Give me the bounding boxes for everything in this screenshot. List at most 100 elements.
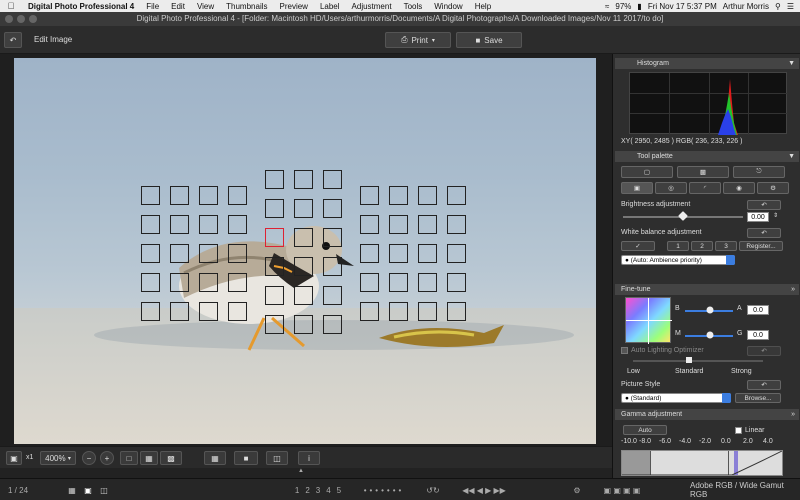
- zoom-select[interactable]: 400% ▾: [40, 451, 76, 465]
- close-window-button[interactable]: [5, 15, 13, 23]
- fit-screen-button[interactable]: ▣: [6, 451, 22, 465]
- reset-icon: ↶: [761, 230, 767, 237]
- gamma-auto-button[interactable]: Auto: [623, 425, 667, 435]
- gamma-tick: -2.0: [699, 438, 712, 445]
- rating-5[interactable]: 5: [337, 486, 341, 495]
- menu-label[interactable]: Label: [314, 2, 346, 11]
- print-button[interactable]: ⎙ Print ▾: [385, 32, 451, 48]
- menu-help[interactable]: Help: [469, 2, 497, 11]
- menu-window[interactable]: Window: [428, 2, 468, 11]
- panel-toggle-buttons[interactable]: ▣ ▣ ▣ ▣: [592, 484, 652, 496]
- brightness-value[interactable]: 0.00: [747, 212, 769, 222]
- tab-crop[interactable]: ▩: [677, 166, 729, 178]
- grid-display-button[interactable]: ▦: [204, 451, 226, 465]
- wb-register-button[interactable]: Register...: [739, 241, 783, 251]
- menu-thumbnails[interactable]: Thumbnails: [220, 2, 273, 11]
- wb-eyedropper-button[interactable]: ✓: [621, 241, 655, 251]
- clock[interactable]: Fri Nov 17 5:37 PM: [648, 2, 717, 11]
- info-button[interactable]: i: [298, 451, 320, 465]
- tab-lens[interactable]: ◉: [723, 182, 755, 194]
- rating-2[interactable]: 2: [305, 486, 309, 495]
- picture-style-reset-button[interactable]: ↶: [747, 380, 781, 390]
- tab-output[interactable]: ⎋: [733, 166, 785, 178]
- back-button[interactable]: ↶: [4, 32, 22, 48]
- crop-overlay-button[interactable]: □: [120, 451, 138, 465]
- af-point-button[interactable]: ▩: [160, 451, 182, 465]
- highlight-warning-button[interactable]: ■: [234, 451, 258, 465]
- tool-palette-header[interactable]: Tool palette ▼: [615, 151, 799, 162]
- browse-button[interactable]: Browse...: [735, 393, 781, 403]
- battery-icon[interactable]: ▮: [637, 2, 641, 11]
- menu-file[interactable]: File: [140, 2, 165, 11]
- picture-style-select[interactable]: ● (Standard): [621, 393, 731, 403]
- tab-basic-adjust[interactable]: ▢: [621, 166, 673, 178]
- tab-settings[interactable]: ⚙: [757, 182, 789, 194]
- brightness-reset-button[interactable]: ↶: [747, 200, 781, 210]
- wb-preset-1[interactable]: 1: [667, 241, 689, 251]
- af-icon: ▩: [167, 453, 175, 463]
- single-view-icon[interactable]: ▣: [82, 484, 94, 496]
- rating-1[interactable]: 1: [295, 486, 299, 495]
- ba-slider-handle[interactable]: [706, 306, 714, 314]
- color-wheel-grid[interactable]: [625, 297, 672, 344]
- save-icon: ■: [475, 35, 481, 45]
- menu-view[interactable]: View: [191, 2, 220, 11]
- rating-3[interactable]: 3: [316, 486, 320, 495]
- rating-4[interactable]: 4: [326, 486, 330, 495]
- gamma-graph[interactable]: [621, 450, 783, 476]
- photo-preview[interactable]: [14, 58, 596, 444]
- wb-reset-button[interactable]: ↶: [747, 228, 781, 238]
- save-button[interactable]: ■ Save: [456, 32, 522, 48]
- gamma-header[interactable]: Gamma adjustment »: [615, 409, 799, 420]
- expand-filmstrip-icon[interactable]: ▲: [298, 468, 304, 474]
- alo-slider[interactable]: [633, 360, 763, 362]
- wifi-icon[interactable]: ≈: [605, 2, 609, 11]
- wb-preset-3[interactable]: 3: [715, 241, 737, 251]
- apple-menu-icon[interactable]: : [0, 1, 22, 11]
- user-name[interactable]: Arthur Morris: [723, 2, 769, 11]
- notification-icon[interactable]: ☰: [787, 2, 794, 11]
- rotate-buttons[interactable]: ↺↻: [420, 484, 446, 496]
- spotlight-icon[interactable]: ⚲: [775, 2, 781, 11]
- histogram-header[interactable]: Histogram ▼: [615, 58, 799, 69]
- navigation-buttons[interactable]: ◀◀ ◀ ▶ ▶▶: [454, 484, 514, 496]
- menu-app-name[interactable]: Digital Photo Professional 4: [22, 2, 140, 11]
- zoom-out-button[interactable]: −: [82, 451, 96, 465]
- brightness-slider-handle[interactable]: [678, 211, 688, 221]
- af-point: [265, 286, 284, 305]
- compare-button[interactable]: ◫: [266, 451, 288, 465]
- af-point: [170, 186, 189, 205]
- tab-brightness[interactable]: ▣: [621, 182, 653, 194]
- gamma-tick: 4.0: [763, 438, 773, 445]
- alo-reset-button[interactable]: ↶: [747, 346, 781, 356]
- fine-tune-header[interactable]: Fine-tune »: [615, 284, 799, 295]
- alo-slider-handle[interactable]: [686, 357, 692, 363]
- tool-icon[interactable]: ⚙: [570, 484, 584, 496]
- tab-color[interactable]: ◎: [655, 182, 687, 194]
- linear-checkbox[interactable]: [735, 427, 742, 434]
- tab-tone-curve[interactable]: ◜: [689, 182, 721, 194]
- grid-view-icon[interactable]: ▦: [66, 484, 78, 496]
- menu-adjustment[interactable]: Adjustment: [346, 2, 398, 11]
- battery-percent[interactable]: 97%: [615, 2, 631, 11]
- zoom-window-button[interactable]: [29, 15, 37, 23]
- mg-slider-handle[interactable]: [706, 331, 714, 339]
- menu-tools[interactable]: Tools: [398, 2, 429, 11]
- split-view-icon[interactable]: ◫: [98, 484, 110, 496]
- color-tab-icon: ◎: [668, 185, 674, 192]
- af-point: [170, 273, 189, 292]
- label-dots[interactable]: •••••••: [356, 484, 412, 496]
- wb-preset-2[interactable]: 2: [691, 241, 713, 251]
- zoom-in-button[interactable]: +: [100, 451, 114, 465]
- filmstrip-divider[interactable]: ▲: [0, 468, 612, 478]
- minimize-window-button[interactable]: [17, 15, 25, 23]
- grid-icon: ▦: [145, 453, 153, 463]
- a-value[interactable]: 0.0: [747, 305, 769, 315]
- g-value[interactable]: 0.0: [747, 330, 769, 340]
- alo-checkbox[interactable]: [621, 347, 628, 354]
- menu-edit[interactable]: Edit: [165, 2, 191, 11]
- wb-select[interactable]: ● (Auto: Ambience priority): [621, 255, 735, 265]
- menu-preview[interactable]: Preview: [274, 2, 314, 11]
- stepper-icon[interactable]: ⇕: [773, 212, 778, 219]
- grid-overlay-button[interactable]: ▦: [140, 451, 158, 465]
